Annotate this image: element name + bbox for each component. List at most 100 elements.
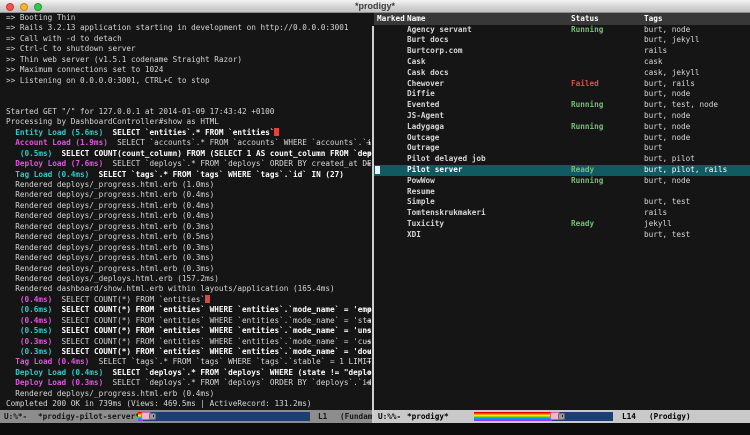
service-tags: burt, pilot [644,154,695,165]
truncation-arrow-icon: → [366,149,371,159]
service-row[interactable]: EventedRunningburt, test, node [374,100,750,111]
service-status: Running [571,176,603,187]
modeline-major-mode[interactable]: (Prodigy) [649,410,691,423]
log-buffer-pane[interactable]: => Booting Thin=> Rails 3.2.13 applicati… [0,13,372,423]
service-name: Cask [407,57,426,68]
log-text: (0.6ms) [6,305,52,314]
service-tags: burt, node [644,111,690,122]
modeline-right[interactable]: U:%%- *prodigy* L14 (Prodigy) [374,410,750,423]
service-name: Burtcorp.com [407,46,463,57]
service-row[interactable]: Outcageburt, node [374,133,750,144]
service-name: Burt docs [407,35,449,46]
truncation-arrow-icon: → [366,305,371,315]
log-text: >> Maximum connections set to 1024 [6,65,163,74]
nyan-mode-progress-bar [474,412,613,421]
service-row[interactable]: Cask docscask, jekyll [374,68,750,79]
log-text: Rendered deploys/_progress.html.erb (0.5… [6,232,214,241]
log-line: Deploy Load (0.4ms) SELECT `deploys`.* F… [6,368,372,378]
service-name: PowWow [407,176,435,187]
log-line: >> Listening on 0.0.0.0:3001, CTRL+C to … [6,76,372,86]
modeline-flags: U:%%- [378,410,401,423]
log-text: SELECT `deploys`.* FROM `deploys` WHERE … [103,368,372,377]
log-line: Rendered deploys/_progress.html.erb (0.3… [6,264,372,274]
service-tags: rails [644,208,667,219]
log-line: => Booting Thin [6,13,372,23]
service-status: Running [571,100,603,111]
service-name: Tomtenskrukmakeri [407,208,486,219]
log-text: => Rails 3.2.13 application starting in … [6,23,349,32]
log-line: (0.5ms) SELECT COUNT(*) FROM `entities` … [6,326,372,336]
log-line: (0.5ms) SELECT COUNT(count_column) FROM … [6,149,372,159]
log-text: Started GET "/" for 127.0.0.1 at 2014-01… [6,107,274,116]
log-text: Deploy Load (0.3ms) [6,378,103,387]
service-row[interactable]: JS-Agentburt, node [374,111,750,122]
echo-area[interactable] [0,423,750,435]
log-line: Tag Load (0.4ms) SELECT `tags`.* FROM `t… [6,170,372,180]
service-tags: burt, node [644,122,690,133]
service-row[interactable]: XDIburt, test [374,230,750,241]
window-divider[interactable] [372,26,374,435]
column-header-marked: Marked [377,13,405,25]
truncation-arrow-icon: → [366,138,371,148]
service-tags: burt, test [644,230,690,241]
log-line: => Rails 3.2.13 application starting in … [6,23,372,33]
log-text: Rendered deploys/_progress.html.erb (0.4… [6,190,214,199]
service-status: Running [571,25,603,36]
service-row[interactable]: TuxicityReadyjekyll [374,219,750,230]
service-row[interactable]: Diffieburt, node [374,89,750,100]
log-line: Rendered deploys/_progress.html.erb (0.5… [6,232,372,242]
service-row[interactable]: Resume [374,187,750,198]
log-line: Processing by DashboardController#show a… [6,117,372,127]
window-titlebar: *prodigy* [0,0,750,13]
log-text: Tag Load (0.4ms) [6,357,89,366]
log-text: Processing by DashboardController#show a… [6,117,219,126]
service-tags: burt, rails [644,79,695,90]
service-row[interactable]: LadygagaRunningburt, node [374,122,750,133]
service-tags: cask [644,57,663,68]
service-row[interactable]: Burt docsburt, jekyll [374,35,750,46]
service-row[interactable]: Pilot serverReadyburt, pilot, rails [374,165,750,176]
log-text: (0.5ms) [6,149,52,158]
log-line: Rendered deploys/_deploys.html.erb (157.… [6,274,372,284]
service-name: Ladygaga [407,122,444,133]
service-name: Diffie [407,89,435,100]
service-name: Pilot server [407,165,463,176]
log-text: (0.3ms) [6,347,52,356]
service-row[interactable]: Pilot delayed jobburt, pilot [374,154,750,165]
service-row[interactable]: Simpleburt, test [374,197,750,208]
modeline-line-number: L1 [318,410,327,423]
log-text: Rendered deploys/_progress.html.erb (0.3… [6,253,214,262]
column-header-status: Status [571,13,599,25]
modeline-buffer-name[interactable]: *prodigy-pilot-server* [38,410,140,423]
log-text: (0.4ms) [6,316,52,325]
modeline-buffer-name[interactable]: *prodigy* [407,410,449,423]
log-text: Rendered deploys/_progress.html.erb (0.3… [6,243,214,252]
log-text: Account Load (1.9ms) [6,138,108,147]
service-row[interactable]: Outrageburt [374,143,750,154]
log-text: Rendered deploys/_progress.html.erb (1.0… [6,180,214,189]
server-log: => Booting Thin=> Rails 3.2.13 applicati… [0,13,372,410]
truncation-arrow-icon: → [366,368,371,378]
log-line: Rendered deploys/_progress.html.erb (0.3… [6,243,372,253]
nyan-cat-icon [141,411,156,422]
service-row[interactable]: Cask cask [374,57,750,68]
service-tags: burt [644,143,663,154]
service-row[interactable]: Tomtenskrukmakeri rails [374,208,750,219]
service-row[interactable]: ChewoverFailedburt, rails [374,79,750,90]
service-row[interactable]: Burtcorp.comrails [374,46,750,57]
log-text: Rendered deploys/_progress.html.erb (0.3… [6,264,214,273]
log-text: SELECT `deploys`.* FROM `deploys` ORDER … [103,378,372,387]
column-header-tags: Tags [644,13,663,25]
modeline-major-mode[interactable]: (Fundamental) [340,410,372,423]
service-tags: burt, node [644,133,690,144]
window-title: *prodigy* [0,1,750,11]
service-row[interactable]: Agency servantRunningburt, node [374,25,750,36]
log-line: (0.4ms) SELECT COUNT(*) FROM `entities` [6,295,372,305]
log-text: => Booting Thin [6,13,75,22]
service-row[interactable]: PowWowRunningburt, node [374,176,750,187]
log-text: Rendered dashboard/show.html.erb within … [6,284,335,293]
modeline-left[interactable]: U:%*- *prodigy-pilot-server* L1 (Fundame… [0,410,372,423]
service-name: Tuxicity [407,219,444,230]
prodigy-buffer-pane[interactable]: Marked Name Status Tags Agency servantRu… [374,13,750,423]
log-text: >> Listening on 0.0.0.0:3001, CTRL+C to … [6,76,210,85]
